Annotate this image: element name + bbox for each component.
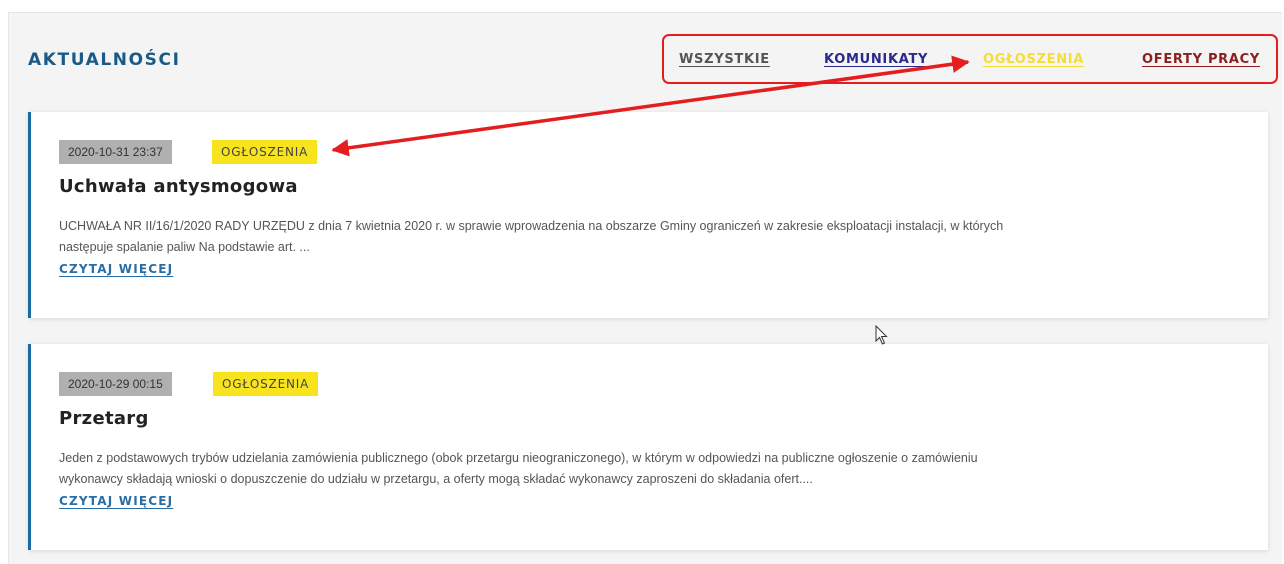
news-card: 2020-10-29 00:15 OGŁOSZENIA Przetarg Jed…: [28, 344, 1268, 550]
excerpt-line: UCHWAŁA NR II/16/1/2020 RADY URZĘDU z dn…: [59, 219, 1004, 233]
excerpt-line: następuje spalanie paliw Na podstawie ar…: [59, 240, 310, 254]
section-title: AKTUALNOŚCI: [28, 50, 181, 70]
filter-ogloszenia[interactable]: OGŁOSZENIA: [983, 52, 1084, 67]
filter-oferty-pracy[interactable]: OFERTY PRACY: [1142, 52, 1260, 67]
news-excerpt: UCHWAŁA NR II/16/1/2020 RADY URZĘDU z dn…: [59, 216, 1229, 258]
news-excerpt: Jeden z podstawowych trybów udzielania z…: [59, 448, 1229, 490]
category-badge[interactable]: OGŁOSZENIA: [213, 372, 319, 396]
news-title[interactable]: Przetarg: [59, 408, 149, 429]
filter-komunikaty[interactable]: KOMUNIKATY: [824, 52, 928, 67]
news-title[interactable]: Uchwała antysmogowa: [59, 176, 298, 197]
news-card: 2020-10-31 23:37 OGŁOSZENIA Uchwała anty…: [28, 112, 1268, 318]
date-badge: 2020-10-29 00:15: [59, 372, 172, 396]
read-more-link[interactable]: CZYTAJ WIĘCEJ: [59, 262, 173, 276]
excerpt-line: Jeden z podstawowych trybów udzielania z…: [59, 451, 978, 465]
filter-all[interactable]: WSZYSTKIE: [679, 52, 770, 67]
date-badge: 2020-10-31 23:37: [59, 140, 172, 164]
excerpt-line: wykonawcy składają wnioski o dopuszczeni…: [59, 472, 813, 486]
category-badge[interactable]: OGŁOSZENIA: [212, 140, 318, 164]
read-more-link[interactable]: CZYTAJ WIĘCEJ: [59, 494, 173, 508]
